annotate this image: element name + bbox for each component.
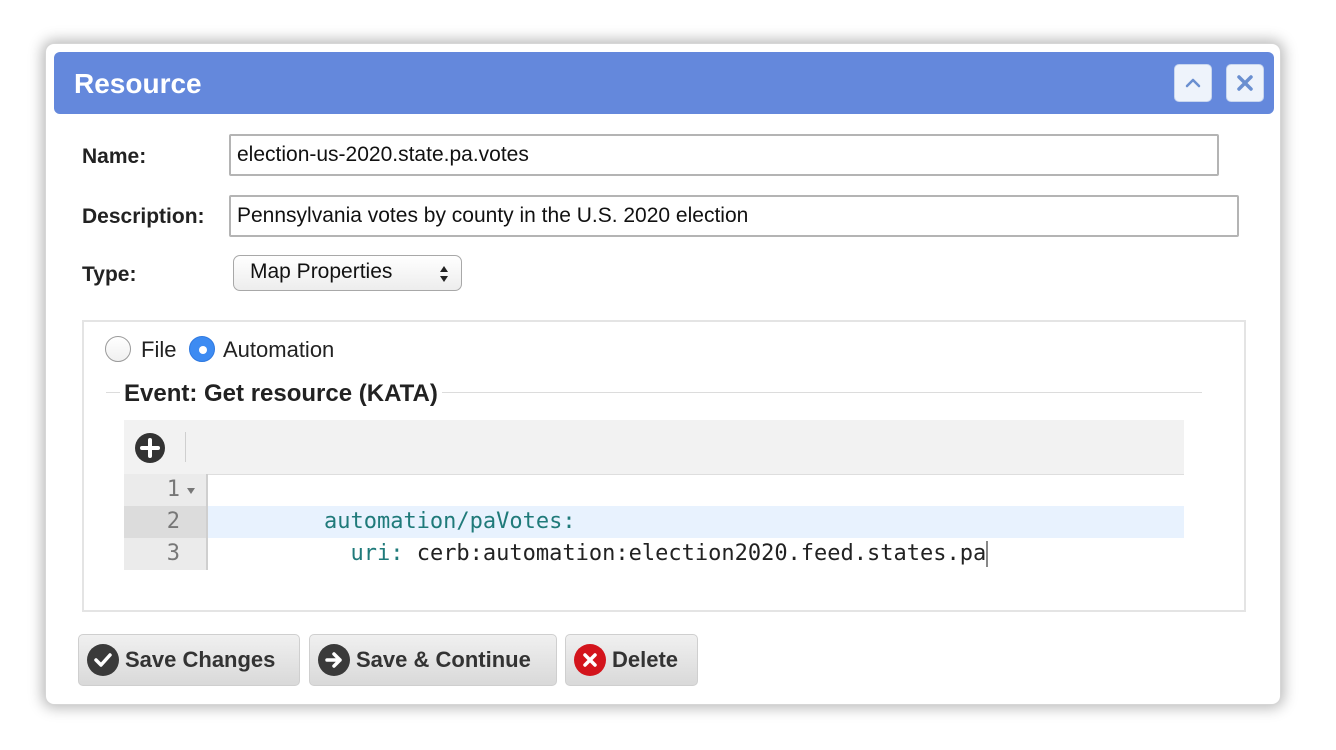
dialog-title: Resource [74,68,202,99]
description-input[interactable] [229,195,1239,237]
delete-button[interactable]: Delete [565,634,698,686]
editor-toolbar [124,420,1184,475]
save-changes-label: Save Changes [125,647,276,672]
fold-arrow-icon[interactable] [186,487,196,495]
fieldset-legend: Event: Get resource (KATA) [120,380,442,408]
radio-file-label[interactable]: File [141,337,176,363]
radio-file[interactable] [105,336,131,362]
type-label: Type: [82,263,137,286]
resource-source-panel: File Automation Event: Get resource (KAT… [82,320,1246,612]
delete-x-icon [574,644,606,676]
close-button[interactable] [1226,64,1264,102]
text-cursor [986,541,989,567]
line-number: 2 [166,509,180,534]
type-select-value: Map Properties [250,260,393,283]
radio-automation[interactable] [189,336,215,362]
delete-label: Delete [612,647,679,672]
code-editor[interactable]: automation/paVotes: uri: cerb:automation… [208,474,1184,570]
add-icon[interactable] [134,432,166,464]
code-key: uri: [323,541,404,566]
editor-gutter: 1 2 3 [124,474,208,570]
line-number: 3 [166,541,180,566]
save-continue-label: Save & Continue [356,647,531,672]
check-icon [87,644,119,676]
save-changes-button[interactable]: Save Changes [78,634,300,686]
description-label: Description: [82,205,205,228]
toolbar-divider [185,432,186,462]
line-number: 1 [166,477,180,502]
collapse-button[interactable] [1174,64,1212,102]
arrow-right-icon [318,644,350,676]
save-continue-button[interactable]: Save & Continue [309,634,557,686]
resource-dialog: Resource Name: Description: Type: Map Pr… [46,44,1280,704]
type-select[interactable]: Map Properties [233,255,462,291]
dialog-titlebar[interactable]: Resource [54,52,1274,114]
code-line: uri: cerb:automation:election2020.feed.s… [218,506,989,602]
chevron-up-icon [1185,78,1201,88]
code-value: cerb:automation:election2020.feed.states… [403,541,987,566]
select-arrows-icon [440,266,448,282]
name-input[interactable] [229,134,1219,176]
name-label: Name: [82,145,147,168]
radio-automation-label[interactable]: Automation [223,337,334,363]
close-icon [1237,75,1253,91]
